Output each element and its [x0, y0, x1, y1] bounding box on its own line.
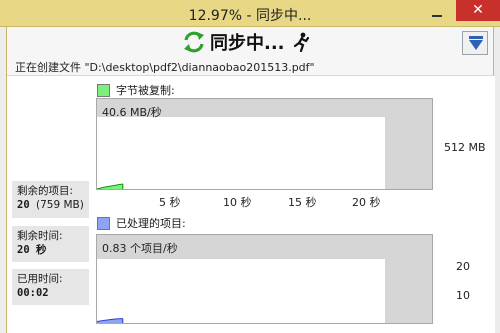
bytes-chart-remaining-band — [385, 99, 432, 189]
sync-dialog: 同步中... 正在创建文件 "D:\desktop\pdf2\diannaoba… — [6, 27, 495, 333]
sync-arrows-icon — [184, 31, 204, 53]
items-rate: 0.83 个项目/秒 — [102, 242, 178, 255]
bytes-copied-chart: 40.6 MB/秒 — [96, 98, 433, 190]
minimize-button[interactable] — [424, 3, 450, 23]
x-tick-15s: 15 秒 — [288, 196, 317, 209]
close-button[interactable]: ✕ — [456, 0, 500, 21]
current-file-status: 正在创建文件 "D:\desktop\pdf2\diannaobao201513… — [15, 61, 315, 74]
items-chart-remaining-band — [385, 235, 432, 323]
progress-charts-panel: 字节被复制: 40.6 MB/秒 5 秒 10 秒 15 秒 20 秒 512 … — [7, 75, 495, 333]
items-y-label-20: 20 — [456, 260, 470, 273]
title-bar[interactable]: 12.97% - 同步中... ✕ — [0, 0, 500, 27]
items-legend-swatch — [97, 216, 110, 230]
remaining-time-stat: 剩余时间: 20 秒 — [12, 226, 89, 262]
items-processed-chart: 0.83 个项目/秒 — [96, 234, 433, 324]
bytes-legend-label: 字节被复制: — [116, 84, 175, 97]
sync-status-header: 同步中... — [181, 29, 311, 55]
items-legend-label: 已处理的项目: — [116, 217, 186, 230]
remaining-items-stat: 剩余的项目: 20 (759 MB) — [12, 181, 89, 218]
remaining-items-size: (759 MB) — [35, 199, 84, 211]
x-tick-10s: 10 秒 — [223, 196, 252, 209]
running-figure-icon — [293, 32, 309, 52]
bytes-rate: 40.6 MB/秒 — [102, 106, 162, 119]
elapsed-time-value: 00:02 — [17, 287, 49, 299]
bytes-y-max-label: 512 MB — [444, 141, 486, 154]
bytes-legend: 字节被复制: — [97, 82, 175, 98]
items-y-label-10: 10 — [456, 289, 470, 302]
remaining-items-label: 剩余的项目: — [17, 185, 74, 197]
remaining-time-label: 剩余时间: — [17, 230, 63, 242]
elapsed-time-stat: 已用时间: 00:02 — [12, 269, 89, 305]
sync-status-label: 同步中... — [210, 33, 285, 54]
x-tick-5s: 5 秒 — [159, 196, 181, 209]
collapse-details-button[interactable] — [462, 31, 488, 55]
items-legend: 已处理的项目: — [97, 215, 186, 231]
remaining-items-value: 20 — [17, 199, 30, 211]
x-tick-20s: 20 秒 — [352, 196, 381, 209]
elapsed-time-label: 已用时间: — [17, 273, 63, 285]
bytes-legend-swatch — [97, 83, 110, 97]
remaining-time-value: 20 秒 — [17, 244, 47, 256]
collapse-down-arrow-icon — [469, 36, 483, 50]
